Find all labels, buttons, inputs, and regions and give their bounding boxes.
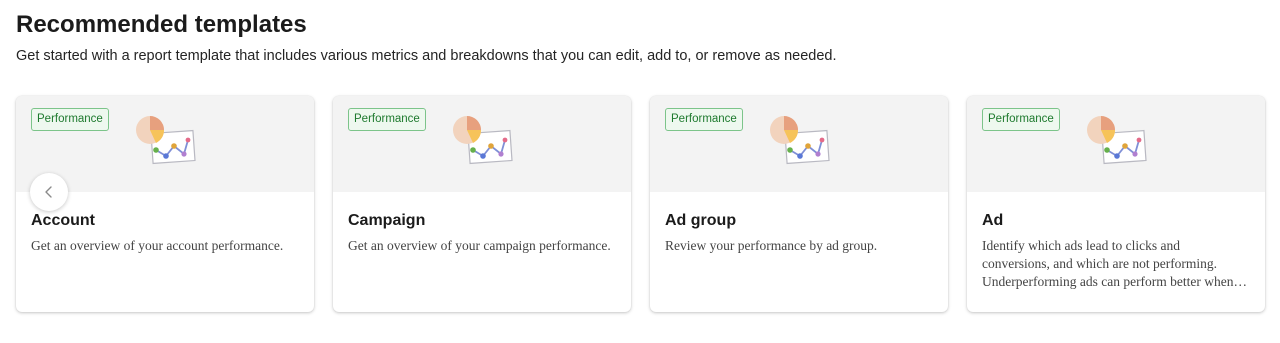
card-body: Campaign Get an overview of your campaig…	[348, 211, 617, 255]
template-card-ad-group[interactable]: Performance Ad group Review your perform…	[650, 96, 948, 312]
section-subtitle: Get started with a report template that …	[16, 48, 837, 64]
chevron-left-icon	[45, 186, 52, 198]
card-hero: Performance	[967, 96, 1265, 192]
recommended-templates-section: Recommended templates Get started with a…	[0, 0, 1280, 343]
card-description: Review your performance by ad group.	[665, 238, 878, 253]
card-title: Account	[31, 212, 95, 229]
report-chart-illustration-icon	[453, 116, 513, 165]
card-hero: Performance	[333, 96, 631, 192]
card-title: Campaign	[348, 212, 426, 229]
card-description: Get an overview of your campaign perform…	[348, 238, 611, 253]
card-body: Ad Identify which ads lead to clicks and…	[982, 211, 1251, 291]
category-tag: Performance	[982, 108, 1060, 131]
card-body: Account Get an overview of your account …	[31, 211, 300, 255]
category-tag: Performance	[31, 108, 109, 131]
carousel-prev-button[interactable]	[30, 173, 68, 211]
section-title: Recommended templates	[16, 11, 307, 38]
template-carousel: Performance Account Get an overview of y…	[16, 96, 1268, 312]
category-tag: Performance	[348, 108, 426, 131]
card-body: Ad group Review your performance by ad g…	[665, 211, 934, 255]
report-chart-illustration-icon	[136, 116, 196, 165]
category-tag: Performance	[665, 108, 743, 131]
card-description: Identify which ads lead to clicks and co…	[982, 238, 1234, 289]
card-description: Get an overview of your account performa…	[31, 238, 284, 253]
report-chart-illustration-icon	[770, 116, 830, 165]
template-card-campaign[interactable]: Performance Campaign Get an overview of …	[333, 96, 631, 312]
template-card-ad[interactable]: Performance Ad Identify which ads lead t…	[967, 96, 1265, 312]
card-title: Ad	[982, 212, 1004, 229]
card-title: Ad group	[665, 212, 737, 229]
report-chart-illustration-icon	[1087, 116, 1147, 165]
card-hero: Performance	[650, 96, 948, 192]
